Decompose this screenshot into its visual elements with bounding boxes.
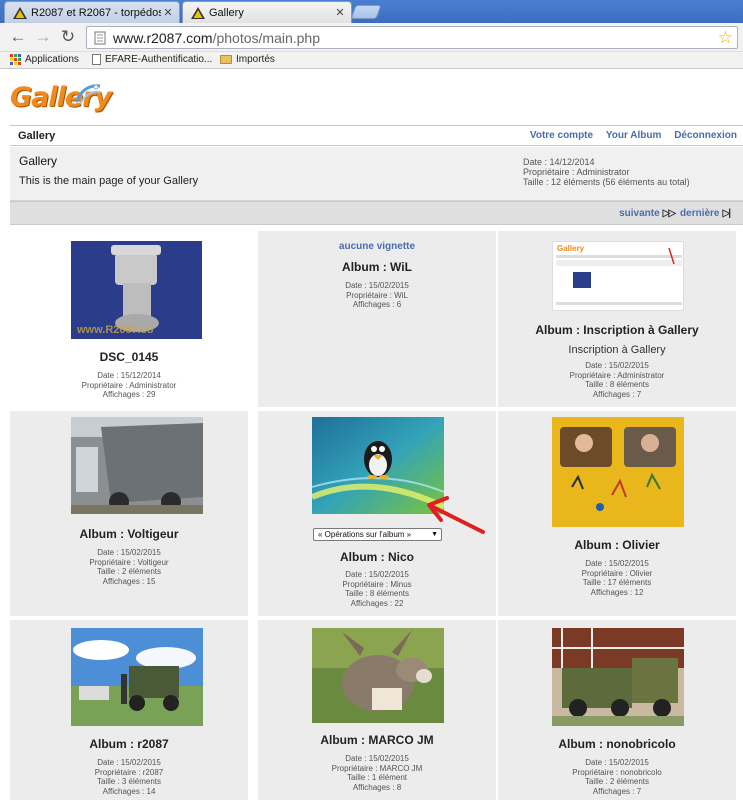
pager-links: suivante ▷▷ dernière ▷| [619,208,735,219]
url-text: www.r2087.com/photos/main.php [113,29,320,46]
item-title[interactable]: Album : Nico [258,550,496,564]
item-title[interactable]: DSC_0145 [10,350,248,364]
album-cell: Album : MARCO JM Date : 15/02/2015 Propri… [258,620,496,800]
item-meta: Date : 15/02/2015 Propriétaire : Administ… [569,361,665,399]
svg-text:Gallery: Gallery [557,244,585,253]
svg-text:www.R2087.co: www.R2087.co [76,324,154,336]
item-subtitle: Inscription à Gallery [568,344,666,356]
album-cell: www.R2087.co DSC_0145 Date : 15/12/2014 P… [10,231,248,407]
item-meta: Date : 15/02/2015 Propriétaire : Minus Tai… [342,570,412,608]
page-icon [94,31,106,44]
tab-r2087[interactable]: R2087 et R2067 - torpédos, ✕ [4,1,180,23]
gallery-page: Gallery Gallery Votre compte Your Album … [0,70,743,800]
album-cell: Album : r2087 Date : 15/02/2015 Propriéta… [10,620,248,800]
thumbnail-nonobricolo[interactable] [552,628,684,726]
your-album-link[interactable]: Your Album [606,130,662,141]
bookmark-efare[interactable]: EFARE-Authentificatio... [92,54,212,65]
thumbnail-olivier[interactable] [552,417,684,527]
red-arrow-annotation-icon [427,496,485,534]
bookmark-applications[interactable]: Applications [10,54,79,65]
gallery-meta: Date : 14/12/2014 Propriétaire : Adminis… [523,157,690,187]
thumbnail-marco-jm[interactable] [312,628,444,723]
user-links: Votre compte Your Album Déconnexion [520,130,737,141]
account-link[interactable]: Votre compte [530,130,593,141]
item-meta: Date : 15/02/2015 Propriétaire : MARCO JM… [331,754,423,792]
last-page-link[interactable]: dernière [680,208,719,219]
item-title[interactable]: Album : Olivier [498,538,736,552]
next-arrow-icon[interactable]: ▷▷ [663,208,676,219]
thumbnail-dsc0145[interactable]: www.R2087.co [71,241,202,339]
forward-arrow-icon[interactable]: → [33,27,53,47]
no-thumbnail-link[interactable]: aucune vignette [258,241,496,252]
album-cell: Gallery Album : Inscription à Gallery In… [498,231,736,407]
tab-title: R2087 et R2067 - torpédos, [31,6,161,19]
page-description: This is the main page of your Gallery [19,175,199,187]
item-title[interactable]: Album : MARCO JM [258,733,496,747]
browser-toolbar: ← → ↻ www.r2087.com/photos/main.php ☆ [0,23,743,52]
back-arrow-icon[interactable]: ← [8,27,28,47]
item-title[interactable]: Album : WiL [258,260,496,274]
bookmarks-bar: Applications EFARE-Authentificatio... Im… [0,52,743,69]
bookmark-importes[interactable]: Importés [220,54,275,65]
item-title[interactable]: Album : Inscription à Gallery [498,323,736,337]
album-cell: aucune vignette Album : WiL Date : 15/02… [258,231,496,407]
gallery-topbar: Gallery Votre compte Your Album Déconnex… [10,125,743,146]
logout-link[interactable]: Déconnexion [674,130,737,141]
bookmark-star-icon[interactable]: ☆ [718,28,733,48]
album-cell: Album : Voltigeur Date : 15/02/2015 Propr… [10,411,248,616]
album-cell: Album : nonobricolo Date : 15/02/2015 Pro… [498,620,736,800]
reload-icon[interactable]: ↻ [58,27,78,47]
folder-icon [220,55,232,64]
next-page-link[interactable]: suivante [619,208,660,219]
page-title: Gallery [19,154,58,168]
gallery-info: Gallery This is the main page of your Ga… [10,147,743,201]
breadcrumb[interactable]: Gallery [18,130,55,142]
album-cell: Album : Olivier Date : 15/02/2015 Proprié… [498,411,736,616]
gallery-favicon-icon [13,6,27,19]
tab-gallery[interactable]: Gallery ✕ [182,1,352,23]
thumbnail-inscription[interactable]: Gallery [552,241,684,311]
item-title[interactable]: Album : r2087 [10,737,248,751]
close-icon[interactable]: ✕ [161,6,175,19]
tab-strip: R2087 et R2067 - torpédos, ✕ Gallery ✕ [0,0,743,23]
apps-grid-icon [10,54,21,65]
thumbnail-voltigeur[interactable] [71,417,203,514]
item-meta: Date : 15/02/2015 Propriétaire : Olivier T… [581,559,653,597]
new-tab-button[interactable] [350,5,382,19]
address-bar[interactable]: www.r2087.com/photos/main.php ☆ [86,26,738,49]
document-icon [92,54,101,65]
tab-title: Gallery [209,6,244,19]
last-arrow-icon[interactable]: ▷| [723,208,731,219]
item-meta: Date : 15/02/2015 Propriétaire : Voltigeu… [89,548,169,586]
close-icon[interactable]: ✕ [333,6,347,19]
gallery-favicon-icon [191,6,205,19]
item-meta: Date : 15/02/2015 Propriétaire : WiL Affic… [345,281,409,309]
item-meta: Date : 15/12/2014 Propriétaire : Administ… [81,371,177,399]
pager-bar: suivante ▷▷ dernière ▷| [10,201,743,225]
item-title[interactable]: Album : nonobricolo [498,737,736,751]
item-title[interactable]: Album : Voltigeur [10,527,248,541]
thumbnail-r2087[interactable] [71,628,203,726]
item-meta: Date : 15/02/2015 Propriétaire : r2087 Tai… [94,758,164,796]
logo-swirl-icon [74,84,101,105]
item-meta: Date : 15/02/2015 Propriétaire : nonobric… [572,758,662,796]
